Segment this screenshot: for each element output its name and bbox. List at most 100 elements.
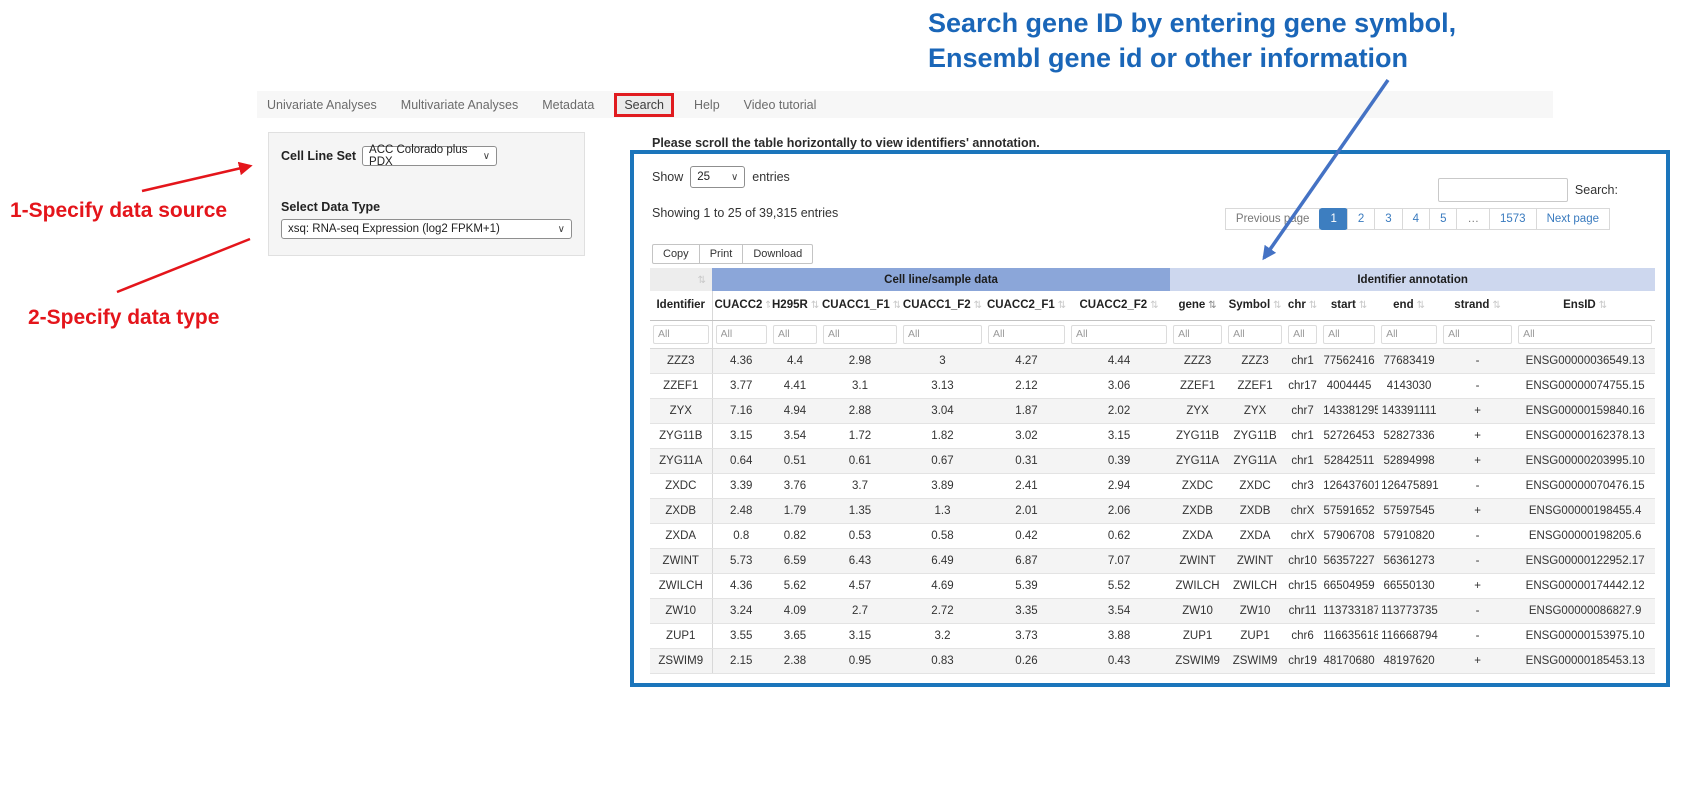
table-search: Search: (1438, 178, 1618, 202)
previous-page-button[interactable]: Previous page (1225, 208, 1321, 230)
cell-cuacc1-f1: 1.72 (820, 423, 900, 448)
cell-cuacc2-f1: 4.27 (985, 348, 1068, 373)
cell-identifier: ZXDC (650, 473, 712, 498)
nav-item-univariate-analyses[interactable]: Univariate Analyses (267, 98, 377, 112)
page-button-5[interactable]: 5 (1429, 208, 1457, 230)
cell-cuacc1-f1: 6.43 (820, 548, 900, 573)
table-row-zwilch[interactable]: ZWILCH4.365.624.574.695.395.52ZWILCHZWIL… (650, 573, 1655, 598)
cell-ensid: ENSG00000198205.6 (1515, 523, 1655, 548)
table-row-zyg11b[interactable]: ZYG11B3.153.541.721.823.023.15ZYG11BZYG1… (650, 423, 1655, 448)
filter-input-cuacc1-f1[interactable] (823, 325, 897, 344)
cell-gene: ZYG11B (1170, 423, 1225, 448)
filter-input-cuacc2-f1[interactable] (988, 325, 1065, 344)
page-button-3[interactable]: 3 (1374, 208, 1402, 230)
page-button-1573[interactable]: 1573 (1489, 208, 1537, 230)
table-row-zzef1[interactable]: ZZEF13.774.413.13.132.123.06ZZEF1ZZEF1ch… (650, 373, 1655, 398)
filter-input-cuacc2[interactable] (716, 325, 768, 344)
filter-input-symbol[interactable] (1228, 325, 1282, 344)
sort-icon: ⇅ (1150, 300, 1158, 311)
cell-h295r: 1.79 (770, 498, 820, 523)
download-button[interactable]: Download (742, 244, 813, 264)
group-header-corner[interactable]: ⇅ (650, 268, 712, 291)
nav-item-video-tutorial[interactable]: Video tutorial (744, 98, 817, 112)
next-page-button[interactable]: Next page (1536, 208, 1610, 230)
table-row-zzz3[interactable]: ZZZ34.364.42.9834.274.44ZZZ3ZZZ3chr17756… (650, 348, 1655, 373)
column-header-h295r[interactable]: H295R⇅ (770, 291, 820, 320)
cell-symbol: ZW10 (1225, 598, 1285, 623)
data-type-value: xsq: RNA-seq Expression (log2 FPKM+1) (288, 223, 500, 235)
page-button-2[interactable]: 2 (1347, 208, 1375, 230)
nav-item-metadata[interactable]: Metadata (542, 98, 594, 112)
table-search-input[interactable] (1438, 178, 1568, 202)
column-header-symbol[interactable]: Symbol⇅ (1225, 291, 1285, 320)
column-header-end[interactable]: end⇅ (1378, 291, 1440, 320)
sort-icon: ⇅ (1417, 300, 1425, 311)
column-header-gene[interactable]: gene⇅ (1170, 291, 1225, 320)
table-row-zswim9[interactable]: ZSWIM92.152.380.950.830.260.43ZSWIM9ZSWI… (650, 648, 1655, 673)
nav-item-multivariate-analyses[interactable]: Multivariate Analyses (401, 98, 518, 112)
page-button-1[interactable]: 1 (1319, 208, 1347, 230)
filter-input-start[interactable] (1323, 325, 1375, 344)
page-length-select[interactable]: 25 ∨ (690, 166, 745, 188)
table-row-zxda[interactable]: ZXDA0.80.820.530.580.420.62ZXDAZXDAchrX5… (650, 523, 1655, 548)
filter-input-identifier[interactable] (653, 325, 709, 344)
cell-line-set-value: ACC Colorado plus PDX (369, 144, 475, 168)
cell-strand: - (1440, 548, 1515, 573)
cell-identifier: ZW10 (650, 598, 712, 623)
cell-start: 52726453 (1320, 423, 1378, 448)
column-header-start[interactable]: start⇅ (1320, 291, 1378, 320)
cell-identifier: ZXDA (650, 523, 712, 548)
filter-input-ensid[interactable] (1518, 325, 1652, 344)
nav-item-search[interactable]: Search (614, 93, 674, 117)
length-menu-prefix: Show (652, 170, 683, 184)
filter-panel: Cell Line Set ACC Colorado plus PDX ∨ Se… (268, 132, 585, 256)
table-row-zyg11a[interactable]: ZYG11A0.640.510.610.670.310.39ZYG11AZYG1… (650, 448, 1655, 473)
column-header-cuacc2-f1[interactable]: CUACC2_F1⇅ (985, 291, 1068, 320)
print-button[interactable]: Print (699, 244, 744, 264)
data-type-select[interactable]: xsq: RNA-seq Expression (log2 FPKM+1) ∨ (281, 219, 572, 239)
column-label: EnsID (1563, 299, 1596, 311)
pagination-ellipsis: … (1456, 208, 1490, 230)
filter-input-cuacc2-f2[interactable] (1071, 325, 1167, 344)
column-label: CUACC2 (715, 299, 763, 311)
filter-input-gene[interactable] (1173, 325, 1222, 344)
column-header-ensid[interactable]: EnsID⇅ (1515, 291, 1655, 320)
nav-item-help[interactable]: Help (694, 98, 720, 112)
page-button-4[interactable]: 4 (1402, 208, 1430, 230)
column-header-cuacc2-f2[interactable]: CUACC2_F2⇅ (1068, 291, 1170, 320)
filter-input-strand[interactable] (1443, 325, 1512, 344)
copy-button[interactable]: Copy (652, 244, 700, 264)
filter-input-h295r[interactable] (773, 325, 817, 344)
column-header-chr[interactable]: chr⇅ (1285, 291, 1320, 320)
pagination: Previous page12345…1573Next page (1226, 208, 1610, 230)
cell-cuacc1-f2: 0.67 (900, 448, 985, 473)
filter-input-cuacc1-f2[interactable] (903, 325, 982, 344)
cell-identifier: ZYX (650, 398, 712, 423)
cell-chr: chr1 (1285, 423, 1320, 448)
table-row-zw10[interactable]: ZW103.244.092.72.723.353.54ZW10ZW10chr11… (650, 598, 1655, 623)
filter-input-end[interactable] (1381, 325, 1437, 344)
cell-strand: + (1440, 573, 1515, 598)
table-row-zxdc[interactable]: ZXDC3.393.763.73.892.412.94ZXDCZXDCchr31… (650, 473, 1655, 498)
cell-line-set-select[interactable]: ACC Colorado plus PDX ∨ (362, 146, 497, 166)
cell-start: 56357227 (1320, 548, 1378, 573)
table-row-zxdb[interactable]: ZXDB2.481.791.351.32.012.06ZXDBZXDBchrX5… (650, 498, 1655, 523)
cell-cuacc1-f1: 2.7 (820, 598, 900, 623)
table-row-zup1[interactable]: ZUP13.553.653.153.23.733.88ZUP1ZUP1chr61… (650, 623, 1655, 648)
column-header-cuacc2[interactable]: CUACC2⇅ (712, 291, 770, 320)
table-row-zyx[interactable]: ZYX7.164.942.883.041.872.02ZYXZYXchr7143… (650, 398, 1655, 423)
column-header-identifier[interactable]: Identifier (650, 291, 712, 320)
column-header-cuacc1-f2[interactable]: CUACC1_F2⇅ (900, 291, 985, 320)
filter-input-chr[interactable] (1288, 325, 1317, 344)
column-header-cuacc1-f1[interactable]: CUACC1_F1⇅ (820, 291, 900, 320)
cell-cuacc1-f1: 2.98 (820, 348, 900, 373)
column-label: strand (1454, 299, 1489, 311)
table-row-zwint[interactable]: ZWINT5.736.596.436.496.877.07ZWINTZWINTc… (650, 548, 1655, 573)
cell-gene: ZWILCH (1170, 573, 1225, 598)
length-menu-suffix: entries (752, 170, 790, 184)
cell-symbol: ZYG11A (1225, 448, 1285, 473)
table-panel: Show 25 ∨ entries Search: Showing 1 to 2… (630, 150, 1670, 687)
cell-symbol: ZXDB (1225, 498, 1285, 523)
sort-icon: ⇅ (893, 300, 900, 311)
column-header-strand[interactable]: strand⇅ (1440, 291, 1515, 320)
